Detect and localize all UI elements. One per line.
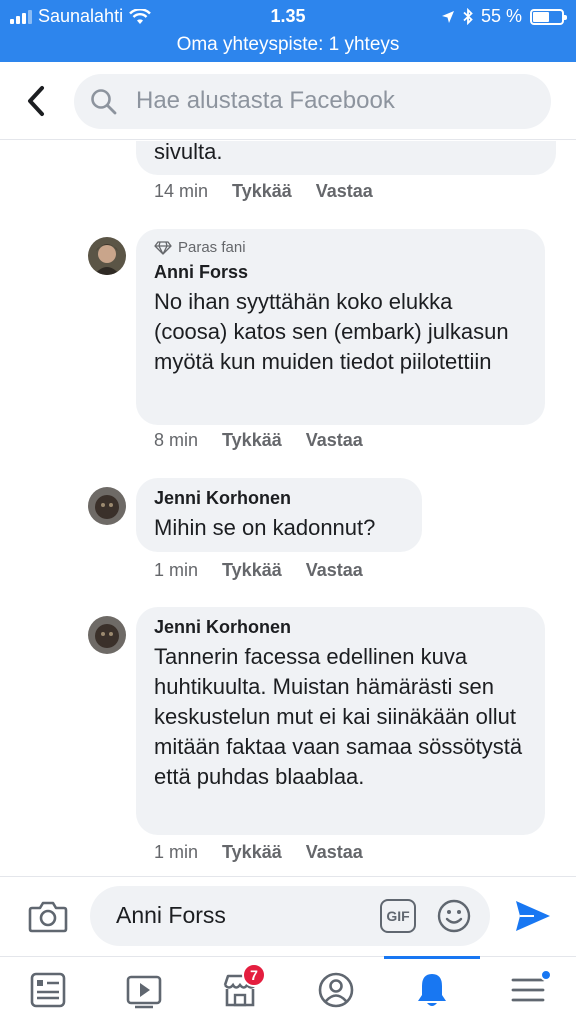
status-bar: Saunalahti 1.35 55 % Oma yhteyspiste: 1 … [0, 0, 576, 62]
camera-icon[interactable] [28, 899, 68, 933]
like-button[interactable]: Tykkää [222, 560, 282, 581]
comment-bubble: Jenni Korhonen Mihin se on kadonnut? [136, 478, 422, 552]
reply-button[interactable]: Vastaa [316, 181, 373, 202]
nav-news-feed[interactable] [0, 957, 96, 1024]
notification-badge: 7 [242, 963, 266, 987]
badge-label: Paras fani [178, 239, 246, 256]
like-button[interactable]: Tykkää [222, 842, 282, 863]
header: Hae alustasta Facebook [0, 62, 576, 140]
comments-list: sivulta. 14 min Tykkää Vastaa Paras fani… [0, 141, 576, 875]
comment-author[interactable]: Jenni Korhonen [154, 617, 527, 638]
profile-icon [318, 972, 354, 1008]
bottom-nav: 7 [0, 956, 576, 1024]
avatar[interactable] [88, 616, 126, 654]
comment-actions: 1 min Tykkää Vastaa [154, 560, 363, 581]
bell-icon [418, 974, 446, 1006]
comment-time: 1 min [154, 560, 199, 580]
nav-marketplace[interactable]: 7 [192, 957, 288, 1024]
search-icon [91, 89, 117, 115]
reply-button[interactable]: Vastaa [306, 560, 363, 581]
comment-actions: 8 min Tykkää Vastaa [154, 430, 363, 451]
like-button[interactable]: Tykkää [232, 181, 292, 202]
comment-author[interactable]: Jenni Korhonen [154, 488, 404, 509]
comment-text: Mihin se on kadonnut? [154, 515, 376, 540]
comment-author[interactable]: Anni Forss [154, 262, 527, 283]
comment-text: Tannerin facessa edellinen kuva huhtikuu… [154, 644, 523, 789]
nav-notifications[interactable] [384, 956, 480, 1024]
comment-input[interactable]: Anni Forss GIF [90, 886, 490, 946]
diamond-icon [154, 240, 172, 255]
emoji-icon[interactable] [436, 898, 472, 934]
nav-menu[interactable] [480, 957, 576, 1024]
top-fan-badge: Paras fani [154, 239, 527, 256]
reply-button[interactable]: Vastaa [306, 430, 363, 451]
comment-composer: Anni Forss GIF [0, 876, 576, 956]
comment-bubble: Paras fani Anni Forss No ihan syyttähän … [136, 229, 545, 425]
comment-input-value: Anni Forss [116, 902, 226, 928]
send-icon[interactable] [514, 899, 552, 933]
comment-text: sivulta. [154, 141, 223, 164]
search-placeholder: Hae alustasta Facebook [136, 87, 395, 114]
comment-text: No ihan syyttähän koko elukka (coosa) ka… [154, 289, 509, 374]
nav-watch[interactable] [96, 957, 192, 1024]
location-arrow-icon [441, 10, 454, 23]
comment-bubble: sivulta. [136, 141, 556, 175]
gif-button[interactable]: GIF [380, 899, 416, 933]
comment-time: 14 min [154, 181, 209, 201]
menu-dot-badge [540, 969, 552, 981]
comment-bubble: Jenni Korhonen Tannerin facessa edelline… [136, 607, 545, 835]
comment-actions: 14 min Tykkää Vastaa [154, 181, 373, 202]
search-input[interactable]: Hae alustasta Facebook [74, 74, 551, 129]
comment-time: 1 min [154, 842, 199, 862]
battery-percent: 55 % [480, 6, 522, 26]
reply-button[interactable]: Vastaa [306, 842, 363, 863]
comment-time: 8 min [154, 430, 199, 450]
bluetooth-icon [463, 8, 473, 25]
watch-video-icon [126, 975, 162, 1009]
news-feed-icon [30, 972, 66, 1008]
battery-icon [530, 8, 567, 25]
hotspot-banner[interactable]: Oma yhteyspiste: 1 yhteys [0, 34, 576, 56]
avatar[interactable] [88, 487, 126, 525]
back-chevron-icon[interactable] [22, 84, 52, 118]
comment-actions: 1 min Tykkää Vastaa [154, 842, 363, 863]
nav-profile[interactable] [288, 957, 384, 1024]
like-button[interactable]: Tykkää [222, 430, 282, 451]
avatar[interactable] [88, 237, 126, 275]
